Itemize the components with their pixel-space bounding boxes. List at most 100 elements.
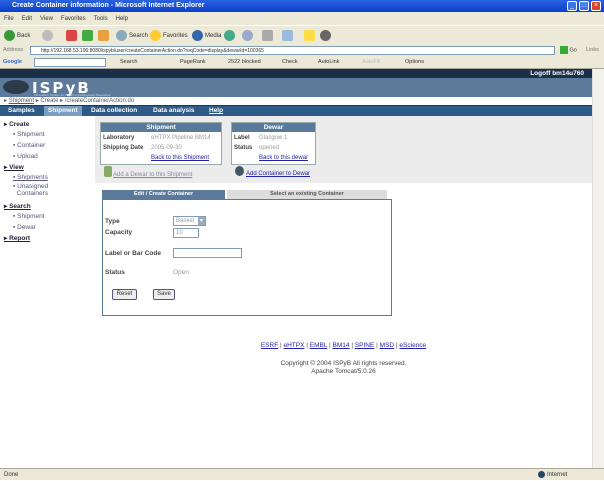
media-icon xyxy=(192,30,203,41)
logoff-link[interactable]: Logoff bm14u760 xyxy=(0,69,592,78)
home-button[interactable] xyxy=(98,30,111,42)
google-search-button[interactable]: Search xyxy=(120,56,137,69)
autolink-button[interactable]: AutoLink xyxy=(318,56,339,69)
back-to-dewar-link[interactable]: Back to this dewar xyxy=(259,155,308,161)
footer-link-ehtpx[interactable]: eHTPX xyxy=(283,342,304,349)
sidebar-create-container[interactable]: ▪ Container xyxy=(13,142,45,149)
sidebar-search[interactable]: ▸ Search xyxy=(4,202,31,210)
save-button[interactable]: Save xyxy=(153,289,175,300)
autofill-button[interactable]: AutoFill xyxy=(362,56,380,69)
stop-icon xyxy=(66,30,77,41)
options-button[interactable]: Options xyxy=(405,56,424,69)
lab-value: eHTPX Pipeline BM14 xyxy=(151,135,211,141)
sidebar-unassigned-containers[interactable]: ▪ Unasigned Containers xyxy=(13,183,48,197)
lab-label: Laboratory xyxy=(103,135,135,141)
history-icon xyxy=(224,30,235,41)
tab-shipment[interactable]: Shipment xyxy=(44,106,82,116)
menu-tools[interactable]: Tools xyxy=(94,16,108,22)
forward-button[interactable] xyxy=(42,30,55,42)
capacity-input[interactable]: 10 xyxy=(173,228,199,238)
menu-view[interactable]: View xyxy=(40,16,53,22)
tab-select-existing-container[interactable]: Select an existing Container xyxy=(227,190,387,199)
favorites-button[interactable]: Favorites xyxy=(150,30,188,42)
footer-links: ESRF | eHTPX | EMBL | BM14 | SPINE | MSD… xyxy=(260,342,427,349)
menu-favorites[interactable]: Favorites xyxy=(61,16,86,22)
zone-indicator: Internet xyxy=(538,469,567,481)
refresh-button[interactable] xyxy=(82,30,95,42)
tab-data-collection[interactable]: Data collection xyxy=(87,106,141,116)
sidebar-upload[interactable]: ▪ Upload xyxy=(13,153,38,160)
menu-file[interactable]: File xyxy=(4,16,14,22)
media-button[interactable]: Media xyxy=(192,30,221,42)
type-select[interactable]: Basket ▼ xyxy=(173,216,206,226)
status-bar: Done Internet xyxy=(0,468,604,480)
add-container-icon xyxy=(235,166,244,176)
url-input[interactable]: http://192.168.53.196:8080/ispyb/user/cr… xyxy=(30,46,555,55)
barcode-input[interactable] xyxy=(173,248,242,258)
search-icon xyxy=(116,30,127,41)
sidebar-report[interactable]: ▸ Report xyxy=(4,234,30,242)
vertical-scrollbar[interactable] xyxy=(592,69,604,468)
print-button[interactable] xyxy=(262,30,275,42)
reset-button[interactable]: Reset xyxy=(112,289,137,300)
dewar-box: Dewar Label Glasgow 1 Status opened Back… xyxy=(231,122,316,165)
breadcrumb-shipment[interactable]: Shipment xyxy=(9,98,34,104)
note-icon xyxy=(304,30,315,41)
window-title: Create Container information - Microsoft… xyxy=(0,0,604,12)
sidebar-search-dewar[interactable]: ▪ Dewar xyxy=(13,224,36,231)
footer-link-spine[interactable]: SPINE xyxy=(355,342,375,349)
footer-link-msd[interactable]: MSD xyxy=(380,342,394,349)
breadcrumb-action: /createContainerAction.do xyxy=(64,98,135,104)
sidebar-create-shipment[interactable]: ▪ Shipment xyxy=(13,131,45,138)
tab-samples[interactable]: Samples xyxy=(4,106,39,116)
back-button[interactable]: Back xyxy=(4,30,30,42)
sidebar-create: ▸ Create xyxy=(4,121,30,128)
chevron-down-icon: ▼ xyxy=(198,217,205,225)
edit-button[interactable] xyxy=(282,30,295,42)
mail-icon xyxy=(242,30,253,41)
back-to-shipment-link[interactable]: Back to this Shipment xyxy=(151,155,209,161)
maximize-button[interactable]: □ xyxy=(579,1,589,11)
container-form: Type Basket ▼ Capacity 10 Label or Bar Co… xyxy=(102,199,392,316)
footer-link-bm14[interactable]: BM14 xyxy=(333,342,350,349)
stop-button[interactable] xyxy=(66,30,79,42)
tab-data-analysis[interactable]: Data analysis xyxy=(149,106,199,116)
links-button[interactable]: Links xyxy=(586,46,599,55)
tab-help[interactable]: Help xyxy=(205,106,227,116)
sidebar-view[interactable]: ▸ View xyxy=(4,163,24,171)
close-button[interactable]: × xyxy=(591,1,601,11)
refresh-icon xyxy=(82,30,93,41)
menu-help[interactable]: Help xyxy=(116,16,128,22)
print-icon xyxy=(262,30,273,41)
footer-link-esrf[interactable]: ESRF xyxy=(261,342,278,349)
mail-button[interactable] xyxy=(242,30,255,42)
server-info: Apache Tomcat/5.0.26 xyxy=(311,368,376,375)
add-dewar-link[interactable]: Add a Dewar to this Shipment xyxy=(113,172,192,178)
history-button[interactable] xyxy=(224,30,237,42)
popup-blocked-button[interactable]: 2522 blocked xyxy=(228,56,261,69)
search-button[interactable]: Search xyxy=(116,30,148,42)
footer-link-escience[interactable]: eScience xyxy=(399,342,426,349)
date-value: 2005-09-30 xyxy=(151,145,182,151)
tab-edit-create-container[interactable]: Edit / Create Container xyxy=(102,190,225,199)
notes-button[interactable] xyxy=(304,30,317,42)
sidebar-search-shipment[interactable]: ▪ Shipment xyxy=(13,213,45,220)
footer-link-embl[interactable]: EMBL xyxy=(310,342,327,349)
google-search-input[interactable] xyxy=(34,58,106,67)
google-logo: Google xyxy=(3,59,22,65)
minimize-button[interactable]: _ xyxy=(567,1,577,11)
edit-icon xyxy=(282,30,293,41)
messenger-button[interactable] xyxy=(320,30,333,42)
dewar-status-value: opened xyxy=(259,145,280,151)
add-container-link[interactable]: Add Container to Dewar xyxy=(246,171,310,177)
copyright: Copyright © 2004 ISPyB All rights reserv… xyxy=(280,360,407,367)
spell-check-button[interactable]: Check xyxy=(282,56,298,69)
messenger-icon xyxy=(320,30,331,41)
menu-edit[interactable]: Edit xyxy=(22,16,32,22)
go-button[interactable]: Go xyxy=(560,46,577,55)
sidebar: ▸ Create ▪ Shipment ▪ Container ▪ Upload… xyxy=(0,116,88,468)
sidebar-view-shipments[interactable]: ▪ Shipments xyxy=(13,174,48,181)
go-arrow-icon xyxy=(560,46,568,54)
breadcrumb-create[interactable]: Create xyxy=(40,98,58,104)
shipment-box: Shipment Laboratory eHTPX Pipeline BM14 … xyxy=(100,122,222,165)
